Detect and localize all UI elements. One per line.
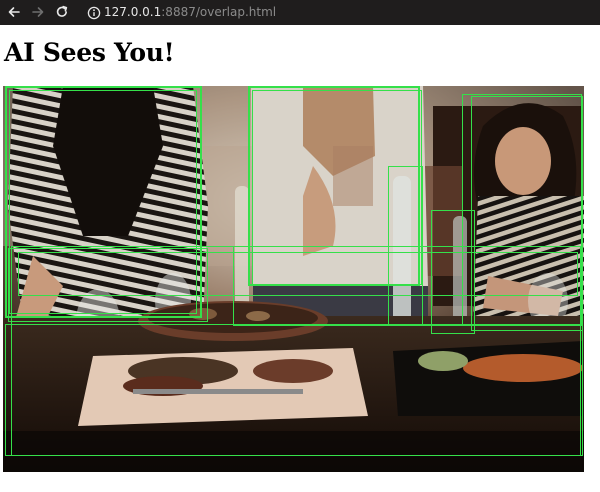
forward-arrow-icon[interactable]: [30, 4, 46, 20]
browser-toolbar: 127.0.0.1:8887/overlap.html: [0, 0, 600, 25]
url-path: :8887/overlap.html: [161, 5, 277, 19]
address-bar[interactable]: 127.0.0.1:8887/overlap.html: [104, 2, 404, 22]
page-title: AI Sees You!: [4, 38, 175, 67]
photo-illustration: [3, 86, 584, 472]
restaurant-photo: [3, 86, 584, 472]
info-icon[interactable]: [87, 5, 101, 20]
url-host: 127.0.0.1: [104, 5, 162, 19]
back-arrow-icon[interactable]: [6, 4, 22, 20]
reload-icon[interactable]: [54, 4, 70, 20]
